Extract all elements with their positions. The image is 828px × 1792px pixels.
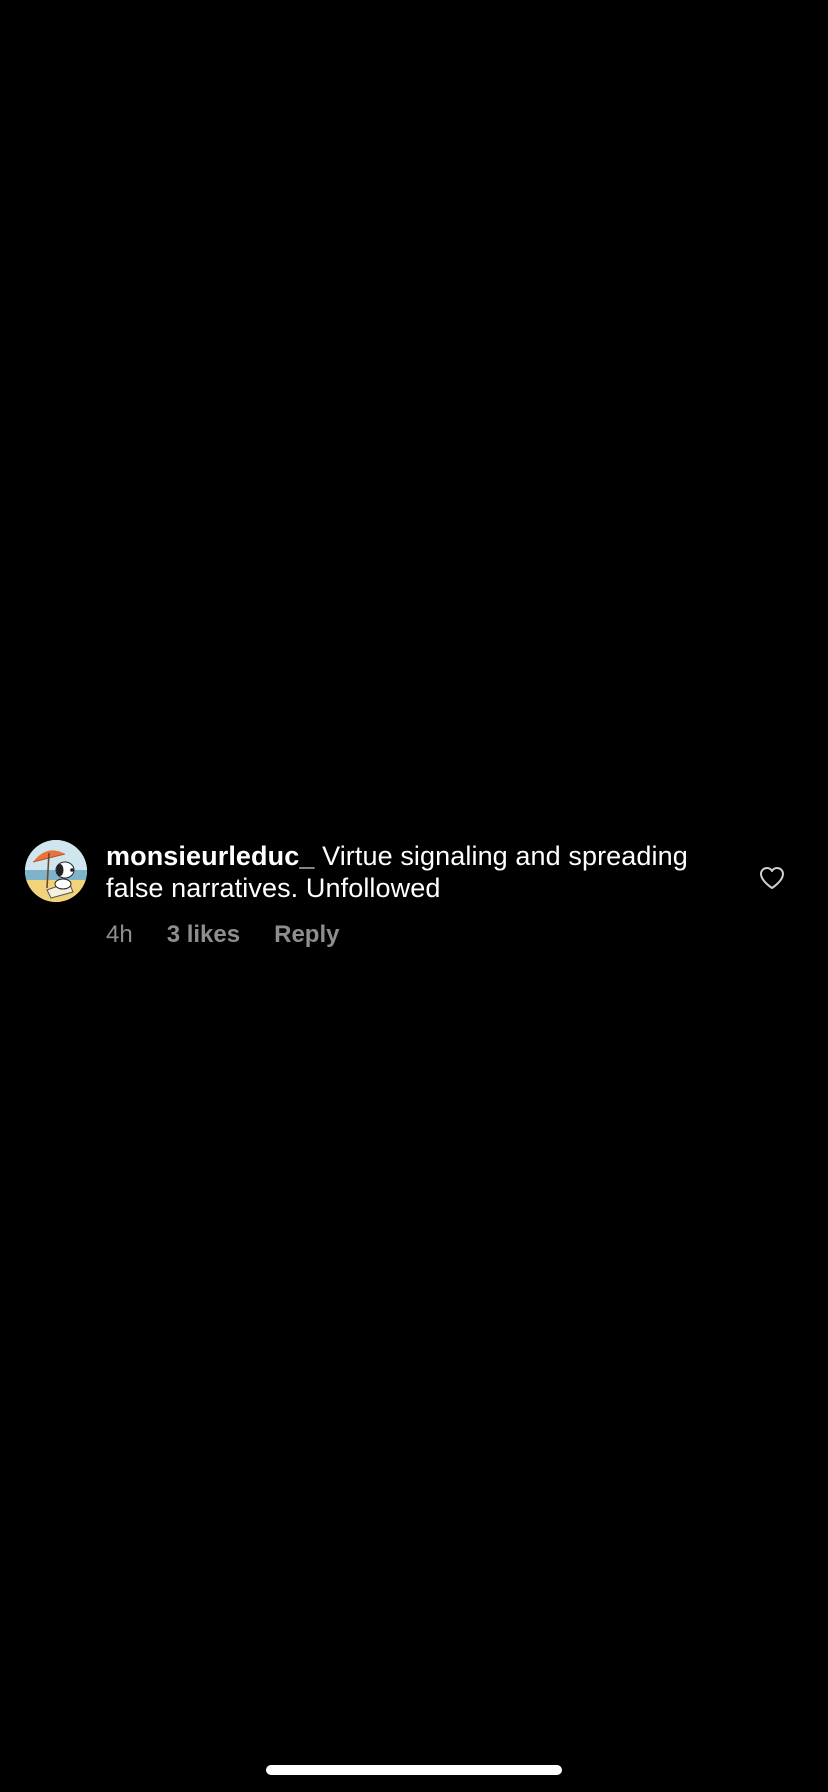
- comment-meta: 4h 3 likes Reply: [106, 920, 339, 950]
- comment-screen: monsieurleduc_ Virtue signaling and spre…: [0, 0, 828, 1792]
- snoopy-beach-avatar-icon: [25, 840, 87, 902]
- like-comment-button[interactable]: [756, 862, 788, 894]
- comment-timestamp: 4h: [106, 921, 133, 948]
- comment-body: monsieurleduc_ Virtue signaling and spre…: [106, 840, 726, 904]
- reply-button[interactable]: Reply: [274, 921, 339, 949]
- heart-outline-icon: [760, 867, 784, 889]
- comment-likes-count[interactable]: 3 likes: [167, 921, 240, 949]
- comment-username[interactable]: monsieurleduc_: [106, 841, 314, 871]
- home-indicator[interactable]: [266, 1765, 562, 1775]
- avatar[interactable]: [25, 840, 87, 902]
- comment-row: monsieurleduc_ Virtue signaling and spre…: [0, 840, 828, 960]
